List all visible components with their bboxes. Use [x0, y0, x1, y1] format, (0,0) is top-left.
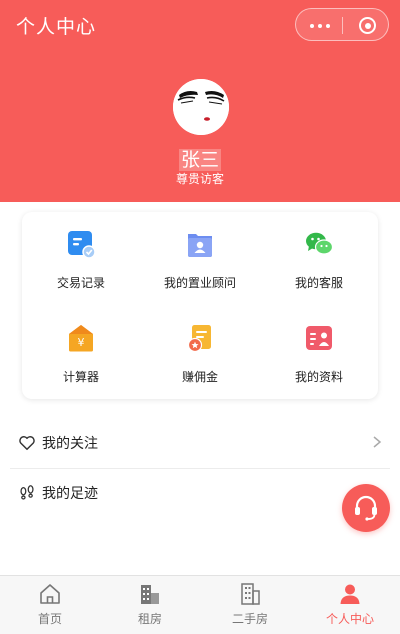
grid-item-label: 赚佣金	[181, 370, 218, 384]
avatar[interactable]	[173, 79, 229, 135]
tab-home[interactable]: 首页	[0, 576, 100, 634]
rent-building-icon	[141, 585, 159, 604]
calculator-icon: ¥	[69, 325, 93, 352]
tab-rent[interactable]: 租房	[100, 576, 200, 634]
grid-item-my-profile[interactable]: 我的资料	[260, 306, 378, 386]
grid-item-calculator[interactable]: ¥ 计算器	[22, 306, 140, 386]
svg-text:¥: ¥	[78, 336, 85, 349]
list-item-my-follow[interactable]: 我的关注	[10, 420, 390, 466]
tab-secondhand[interactable]: 二手房	[200, 576, 300, 634]
profile-card-icon	[306, 326, 332, 350]
customer-service-fab[interactable]	[342, 484, 390, 532]
grid-item-consultant[interactable]: 我的置业顾问	[141, 212, 259, 292]
consultant-icon	[188, 234, 212, 257]
user-tag: 尊贵访客	[175, 172, 224, 186]
tab-label: 租房	[137, 612, 162, 626]
profile-header: 个人中心 张三 尊贵访客	[0, 0, 400, 202]
grid-item-commission[interactable]: 赚佣金	[141, 306, 259, 386]
grid-item-label: 计算器	[62, 370, 99, 384]
bottom-tab-bar: 首页 租房 二手房 个人中心	[0, 575, 400, 634]
headset-icon	[355, 495, 377, 521]
capsule-divider	[342, 17, 343, 34]
person-icon	[340, 584, 360, 604]
secondhand-building-icon	[241, 583, 260, 605]
heart-icon	[19, 436, 35, 451]
tab-label: 个人中心	[325, 612, 374, 626]
wechat-service-icon	[306, 232, 334, 255]
tab-label: 二手房	[231, 612, 268, 626]
list-divider	[10, 468, 390, 469]
tab-label: 首页	[37, 612, 62, 626]
more-dots-icon[interactable]	[310, 24, 330, 28]
grid-item-customer-service[interactable]: 我的客服	[260, 212, 378, 292]
function-grid-card: 交易记录 我的置业顾问 我的客服 ¥ 计算器 赚佣金 我的资料	[22, 212, 378, 399]
grid-item-label: 我的资料	[294, 370, 343, 384]
page-title: 个人中心	[16, 16, 97, 38]
user-name-text: 张三	[178, 149, 221, 171]
commission-icon	[187, 325, 211, 353]
grid-item-transaction-record[interactable]: 交易记录	[22, 212, 140, 292]
list-item-label: 我的关注	[42, 436, 98, 452]
target-close-icon[interactable]	[359, 17, 376, 34]
grid-item-label: 我的客服	[294, 276, 343, 290]
home-icon	[40, 584, 60, 604]
mini-program-capsule	[295, 8, 389, 41]
transaction-record-icon	[68, 231, 96, 259]
tab-personal-center[interactable]: 个人中心	[300, 576, 400, 634]
footprint-icon	[20, 485, 34, 500]
face-avatar-icon	[173, 79, 229, 135]
chevron-right-icon	[373, 436, 382, 448]
user-name: 张三	[0, 145, 400, 172]
list-item-label: 我的足迹	[42, 486, 98, 502]
list-item-my-footprint[interactable]: 我的足迹	[10, 470, 390, 516]
grid-item-label: 交易记录	[56, 276, 105, 290]
grid-item-label: 我的置业顾问	[163, 276, 236, 290]
